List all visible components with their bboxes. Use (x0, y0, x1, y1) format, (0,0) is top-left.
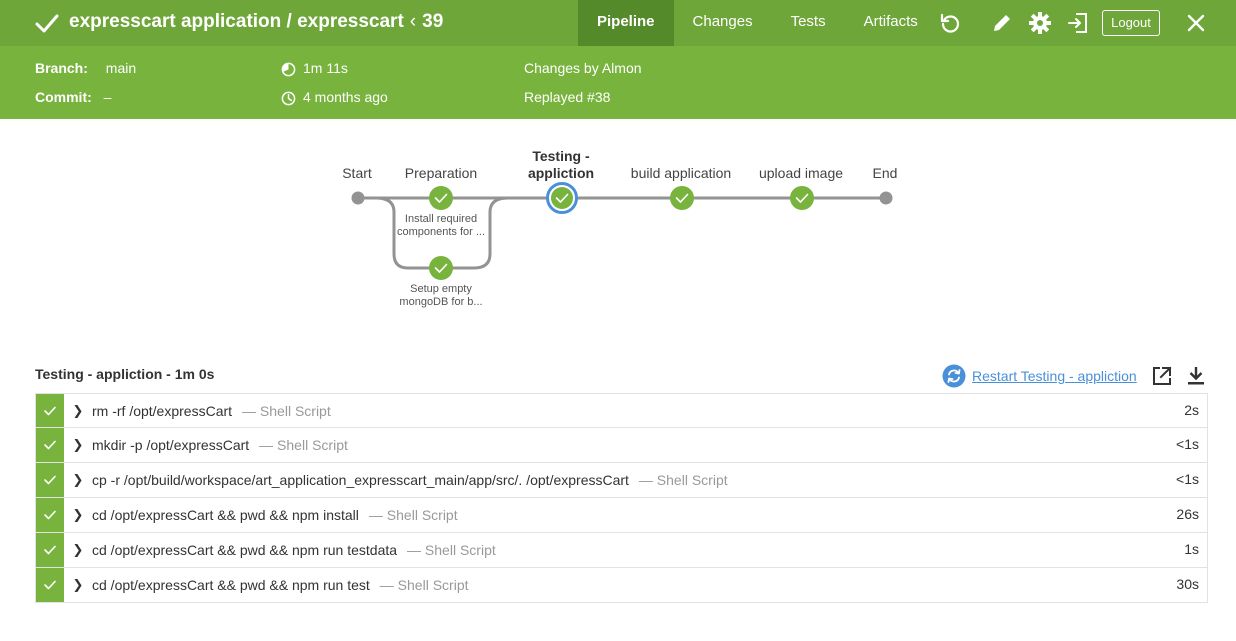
preparation-node[interactable] (429, 186, 453, 210)
step-command: rm -rf /opt/expressCart (92, 402, 233, 419)
branch-info: Branch: main (35, 60, 136, 76)
restart-icon (942, 364, 966, 388)
time-ago-text: 4 months ago (303, 89, 388, 105)
duration-icon (281, 62, 296, 77)
chevron-left-icon[interactable]: ‹ (410, 11, 416, 33)
expand-chevron-icon[interactable]: ❯ (64, 542, 92, 558)
restart-stage-label[interactable]: Restart Testing - appliction (972, 368, 1137, 384)
clock-icon (281, 91, 296, 106)
open-external-icon[interactable] (1151, 365, 1173, 387)
step-success-icon (36, 533, 64, 567)
parallel-label-install-line1: Install required (404, 213, 478, 225)
exit-icon[interactable] (1066, 11, 1090, 35)
tab-bar: Pipeline Changes Tests Artifacts (578, 0, 937, 46)
steps-list: ❯ rm -rf /opt/expressCart — Shell Script… (35, 393, 1208, 603)
step-duration: 26s (1176, 506, 1199, 522)
step-row[interactable]: ❯ cd /opt/expressCart && pwd && npm run … (35, 533, 1208, 568)
tab-changes[interactable]: Changes (674, 0, 772, 46)
upload-image-node[interactable] (790, 186, 814, 210)
steps-heading: Testing - appliction - 1m 0s (35, 366, 215, 382)
step-success-icon (36, 463, 64, 497)
parallel-label-mongodb-line1: Setup empty (410, 283, 472, 295)
expand-chevron-icon[interactable]: ❯ (64, 437, 92, 453)
end-node (879, 191, 893, 205)
expand-chevron-icon[interactable]: ❯ (64, 472, 92, 488)
step-row[interactable]: ❯ cd /opt/expressCart && pwd && npm run … (35, 568, 1208, 603)
pipeline-name[interactable]: expresscart application / expresscart (69, 11, 404, 32)
expand-chevron-icon[interactable]: ❯ (64, 577, 92, 593)
close-icon[interactable] (1184, 11, 1208, 35)
page-title: expresscart application / expresscart ‹ 39 (69, 11, 443, 33)
step-row[interactable]: ❯ rm -rf /opt/expressCart — Shell Script… (35, 393, 1208, 428)
expand-chevron-icon[interactable]: ❯ (64, 507, 92, 523)
run-metadata-bar: Branch: main Commit: – 1m 11s 4 months a… (0, 46, 1236, 119)
step-row[interactable]: ❯ cd /opt/expressCart && pwd && npm inst… (35, 498, 1208, 533)
duration-text: 1m 11s (303, 60, 348, 76)
step-duration: <1s (1176, 471, 1199, 487)
setup-mongodb-node[interactable] (429, 256, 453, 280)
step-success-icon (36, 498, 64, 532)
tab-artifacts[interactable]: Artifacts (845, 0, 937, 46)
step-duration: 30s (1176, 576, 1199, 592)
download-icon[interactable] (1185, 365, 1207, 387)
step-type: — Shell Script (242, 402, 331, 419)
pipeline-graph-nodes (351, 182, 893, 280)
parallel-label-install: Install required components for ... (397, 213, 485, 239)
step-command: cd /opt/expressCart && pwd && npm run te… (92, 542, 398, 558)
gear-icon[interactable] (1028, 11, 1052, 35)
testing-node-selected[interactable] (546, 182, 578, 214)
logout-button[interactable]: Logout (1102, 10, 1160, 36)
expand-chevron-icon[interactable]: ❯ (64, 403, 92, 419)
step-command: cd /opt/expressCart && pwd && npm run te… (92, 577, 370, 593)
tab-tests[interactable]: Tests (772, 0, 845, 46)
restart-stage-button[interactable]: Restart Testing - appliction (942, 364, 1137, 388)
step-type: — Shell Script (379, 577, 469, 593)
parallel-label-install-line2: components for ... (396, 226, 486, 238)
parallel-label-mongodb-line2: mongoDB for b... (399, 296, 483, 308)
success-check-icon (35, 14, 59, 33)
build-application-node[interactable] (670, 186, 694, 210)
step-duration: 1s (1184, 541, 1199, 557)
step-row[interactable]: ❯ cp -r /opt/build/workspace/art_applica… (35, 463, 1208, 498)
branch-label: Branch: (35, 60, 88, 76)
branch-value: main (105, 60, 137, 76)
replay-icon[interactable] (938, 11, 962, 35)
replayed-link[interactable]: Replayed #38 (524, 89, 610, 105)
step-type: — Shell Script (407, 542, 496, 558)
step-success-icon (36, 394, 64, 427)
changes-text: Changes by Almon (524, 60, 642, 76)
run-number: 39 (422, 11, 444, 32)
edit-pencil-icon[interactable] (990, 11, 1014, 35)
pipeline-graph: Start Preparation Testing - appliction b… (0, 119, 1236, 339)
step-type: — Shell Script (638, 472, 728, 488)
parallel-label-mongodb: Setup empty mongoDB for b... (399, 283, 482, 309)
commit-value: – (103, 89, 112, 105)
step-success-icon (36, 568, 64, 602)
step-command: cp -r /opt/build/workspace/art_applicati… (92, 472, 629, 488)
step-command: cd /opt/expressCart && pwd && npm instal… (92, 507, 359, 523)
step-type: — Shell Script (259, 437, 348, 453)
commit-label: Commit: (35, 89, 92, 105)
step-duration: 2s (1184, 402, 1199, 418)
commit-info: Commit: – (35, 89, 111, 105)
step-row[interactable]: ❯ mkdir -p /opt/expressCart — Shell Scri… (35, 428, 1208, 463)
step-success-icon (36, 428, 64, 462)
step-duration: <1s (1176, 436, 1199, 452)
step-command: mkdir -p /opt/expressCart (92, 437, 250, 453)
step-type: — Shell Script (368, 507, 458, 523)
top-bar: expresscart application / expresscart ‹ 39… (0, 0, 1236, 46)
tab-pipeline[interactable]: Pipeline (578, 0, 674, 46)
start-node (351, 191, 365, 205)
